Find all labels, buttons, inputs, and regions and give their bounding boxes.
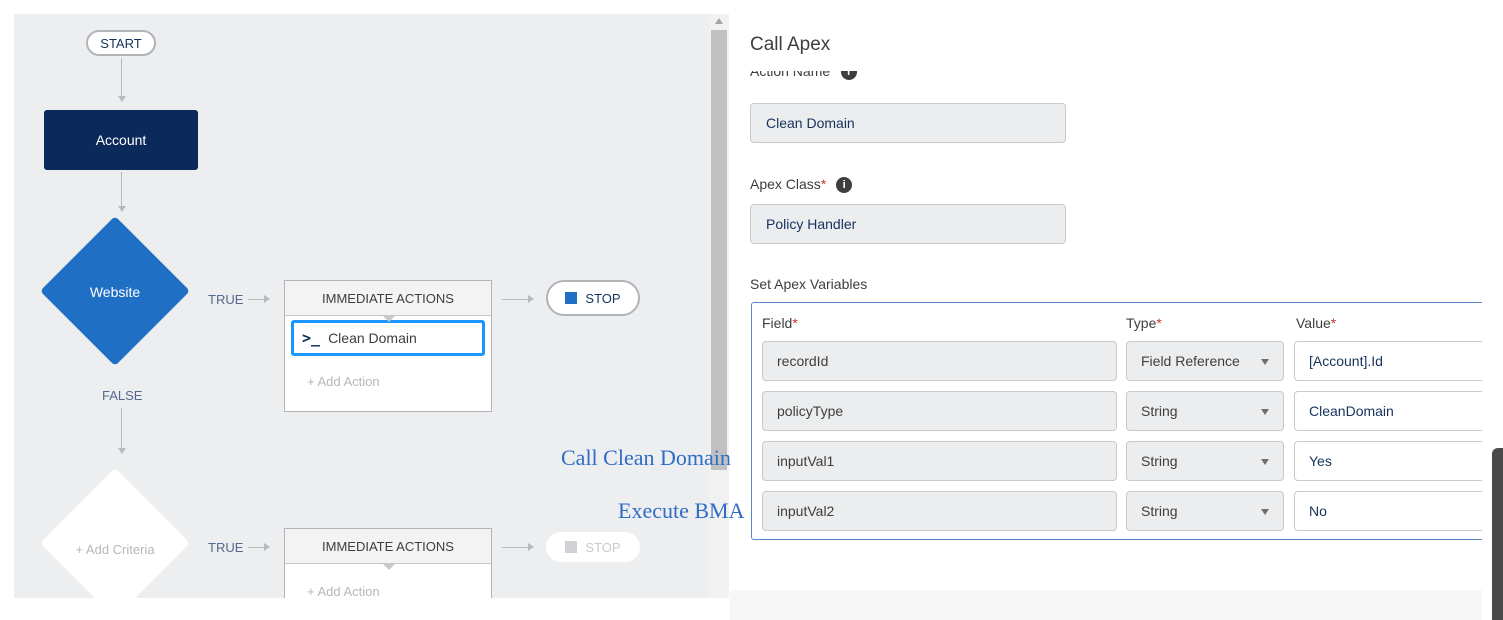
true-branch-label: TRUE (208, 540, 244, 555)
process-canvas: START Account Website TRUE IMMEDIATE ACT… (14, 14, 710, 598)
type-select-value: Field Reference (1141, 353, 1240, 369)
connector (121, 172, 122, 208)
required-marker: * (1156, 315, 1162, 331)
add-criteria-button[interactable]: + Add Criteria (44, 542, 186, 557)
connector (121, 408, 122, 450)
arrow-down-icon (118, 448, 126, 454)
apex-class-label-text: Apex Class (750, 176, 821, 192)
arrow-right-icon (264, 295, 270, 303)
arrow-down-icon (118, 206, 126, 212)
header-notch (383, 316, 395, 322)
object-node-account[interactable]: Account (44, 110, 198, 170)
required-marker: * (1330, 315, 1337, 331)
value-input[interactable]: Yes (1294, 441, 1494, 481)
criteria-node-empty[interactable] (40, 468, 190, 598)
type-select[interactable]: String (1126, 441, 1284, 481)
action-item-clean-domain[interactable]: >_ Clean Domain (291, 320, 485, 356)
column-header-text: Field (762, 315, 793, 331)
action-name-label: Action Name (750, 71, 831, 79)
column-header-value: Value* (1296, 315, 1336, 331)
caret-down-icon (1261, 409, 1269, 415)
annotation-execute-bma: Execute BMA (618, 498, 745, 523)
stop-label: STOP (585, 539, 621, 555)
type-select[interactable]: String (1126, 491, 1284, 531)
info-icon[interactable]: i (836, 177, 853, 194)
start-node: START (86, 30, 156, 56)
header-notch (383, 564, 395, 570)
set-apex-variables-label: Set Apex Variables (750, 276, 868, 292)
immediate-actions-panel: IMMEDIATE ACTIONS >_ Clean Domain + Add … (284, 280, 492, 412)
stop-label: STOP (585, 290, 621, 306)
info-icon[interactable]: i (840, 71, 857, 80)
arrow-right-icon (528, 543, 534, 551)
true-branch-label: TRUE (208, 292, 244, 307)
connector (502, 547, 530, 548)
column-header-type: Type* (1126, 315, 1162, 331)
panel-title: Call Apex (750, 34, 831, 55)
criteria-node-label[interactable]: Website (44, 284, 186, 300)
required-marker: * (792, 315, 798, 331)
field-input[interactable]: inputVal1 (762, 441, 1117, 481)
caret-down-icon (1261, 359, 1269, 365)
type-select-value: String (1141, 403, 1178, 419)
apex-class-label: Apex Class* i (750, 176, 853, 194)
arrow-right-icon (264, 543, 270, 551)
false-branch-label: FALSE (102, 388, 143, 403)
field-input[interactable]: inputVal2 (762, 491, 1117, 531)
field-input[interactable]: recordId (762, 341, 1117, 381)
stop-node[interactable]: STOP (546, 532, 640, 562)
value-input[interactable]: No (1294, 491, 1494, 531)
type-select[interactable]: Field Reference (1126, 341, 1284, 381)
column-header-field: Field* (762, 315, 798, 331)
caret-down-icon (1261, 459, 1269, 465)
required-marker: * (820, 176, 827, 192)
arrow-right-icon (528, 295, 534, 303)
side-scroll-handle[interactable] (1492, 448, 1503, 620)
immediate-actions-title: IMMEDIATE ACTIONS (322, 538, 454, 554)
immediate-actions-header: IMMEDIATE ACTIONS (285, 529, 491, 570)
apex-terminal-icon: >_ (302, 329, 321, 347)
value-input[interactable]: CleanDomain (1294, 391, 1494, 431)
scroll-up-icon[interactable] (715, 18, 723, 24)
connector (121, 58, 122, 98)
action-name-input[interactable]: Clean Domain (750, 103, 1066, 143)
stop-node[interactable]: STOP (546, 280, 640, 316)
column-header-text: Type (1126, 315, 1157, 331)
immediate-actions-header: IMMEDIATE ACTIONS (285, 281, 491, 322)
stop-icon (565, 292, 578, 304)
immediate-actions-panel: IMMEDIATE ACTIONS + Add Action (284, 528, 492, 598)
stop-icon (565, 541, 578, 553)
arrow-down-icon (118, 96, 126, 102)
apex-class-input[interactable]: Policy Handler (750, 204, 1066, 244)
value-input[interactable]: [Account].Id (1294, 341, 1494, 381)
annotation-call-clean-domain: Call Clean Domain (561, 445, 731, 470)
type-select-value: String (1141, 503, 1178, 519)
add-action-button[interactable]: + Add Action (307, 374, 491, 389)
column-header-text: Value (1296, 315, 1331, 331)
type-select-value: String (1141, 453, 1178, 469)
apex-variables-table: Field* Type* Value* recordId Field Refer… (751, 302, 1494, 540)
add-action-button[interactable]: + Add Action (307, 584, 491, 598)
field-input[interactable]: policyType (762, 391, 1117, 431)
connector (502, 299, 530, 300)
panel-footer-area (730, 590, 1482, 620)
scroll-thumb[interactable] (711, 30, 727, 470)
immediate-actions-title: IMMEDIATE ACTIONS (322, 290, 454, 306)
action-name-label-clipped: Action Name i (750, 71, 950, 83)
caret-down-icon (1261, 509, 1269, 515)
type-select[interactable]: String (1126, 391, 1284, 431)
action-item-label: Clean Domain (328, 330, 417, 346)
